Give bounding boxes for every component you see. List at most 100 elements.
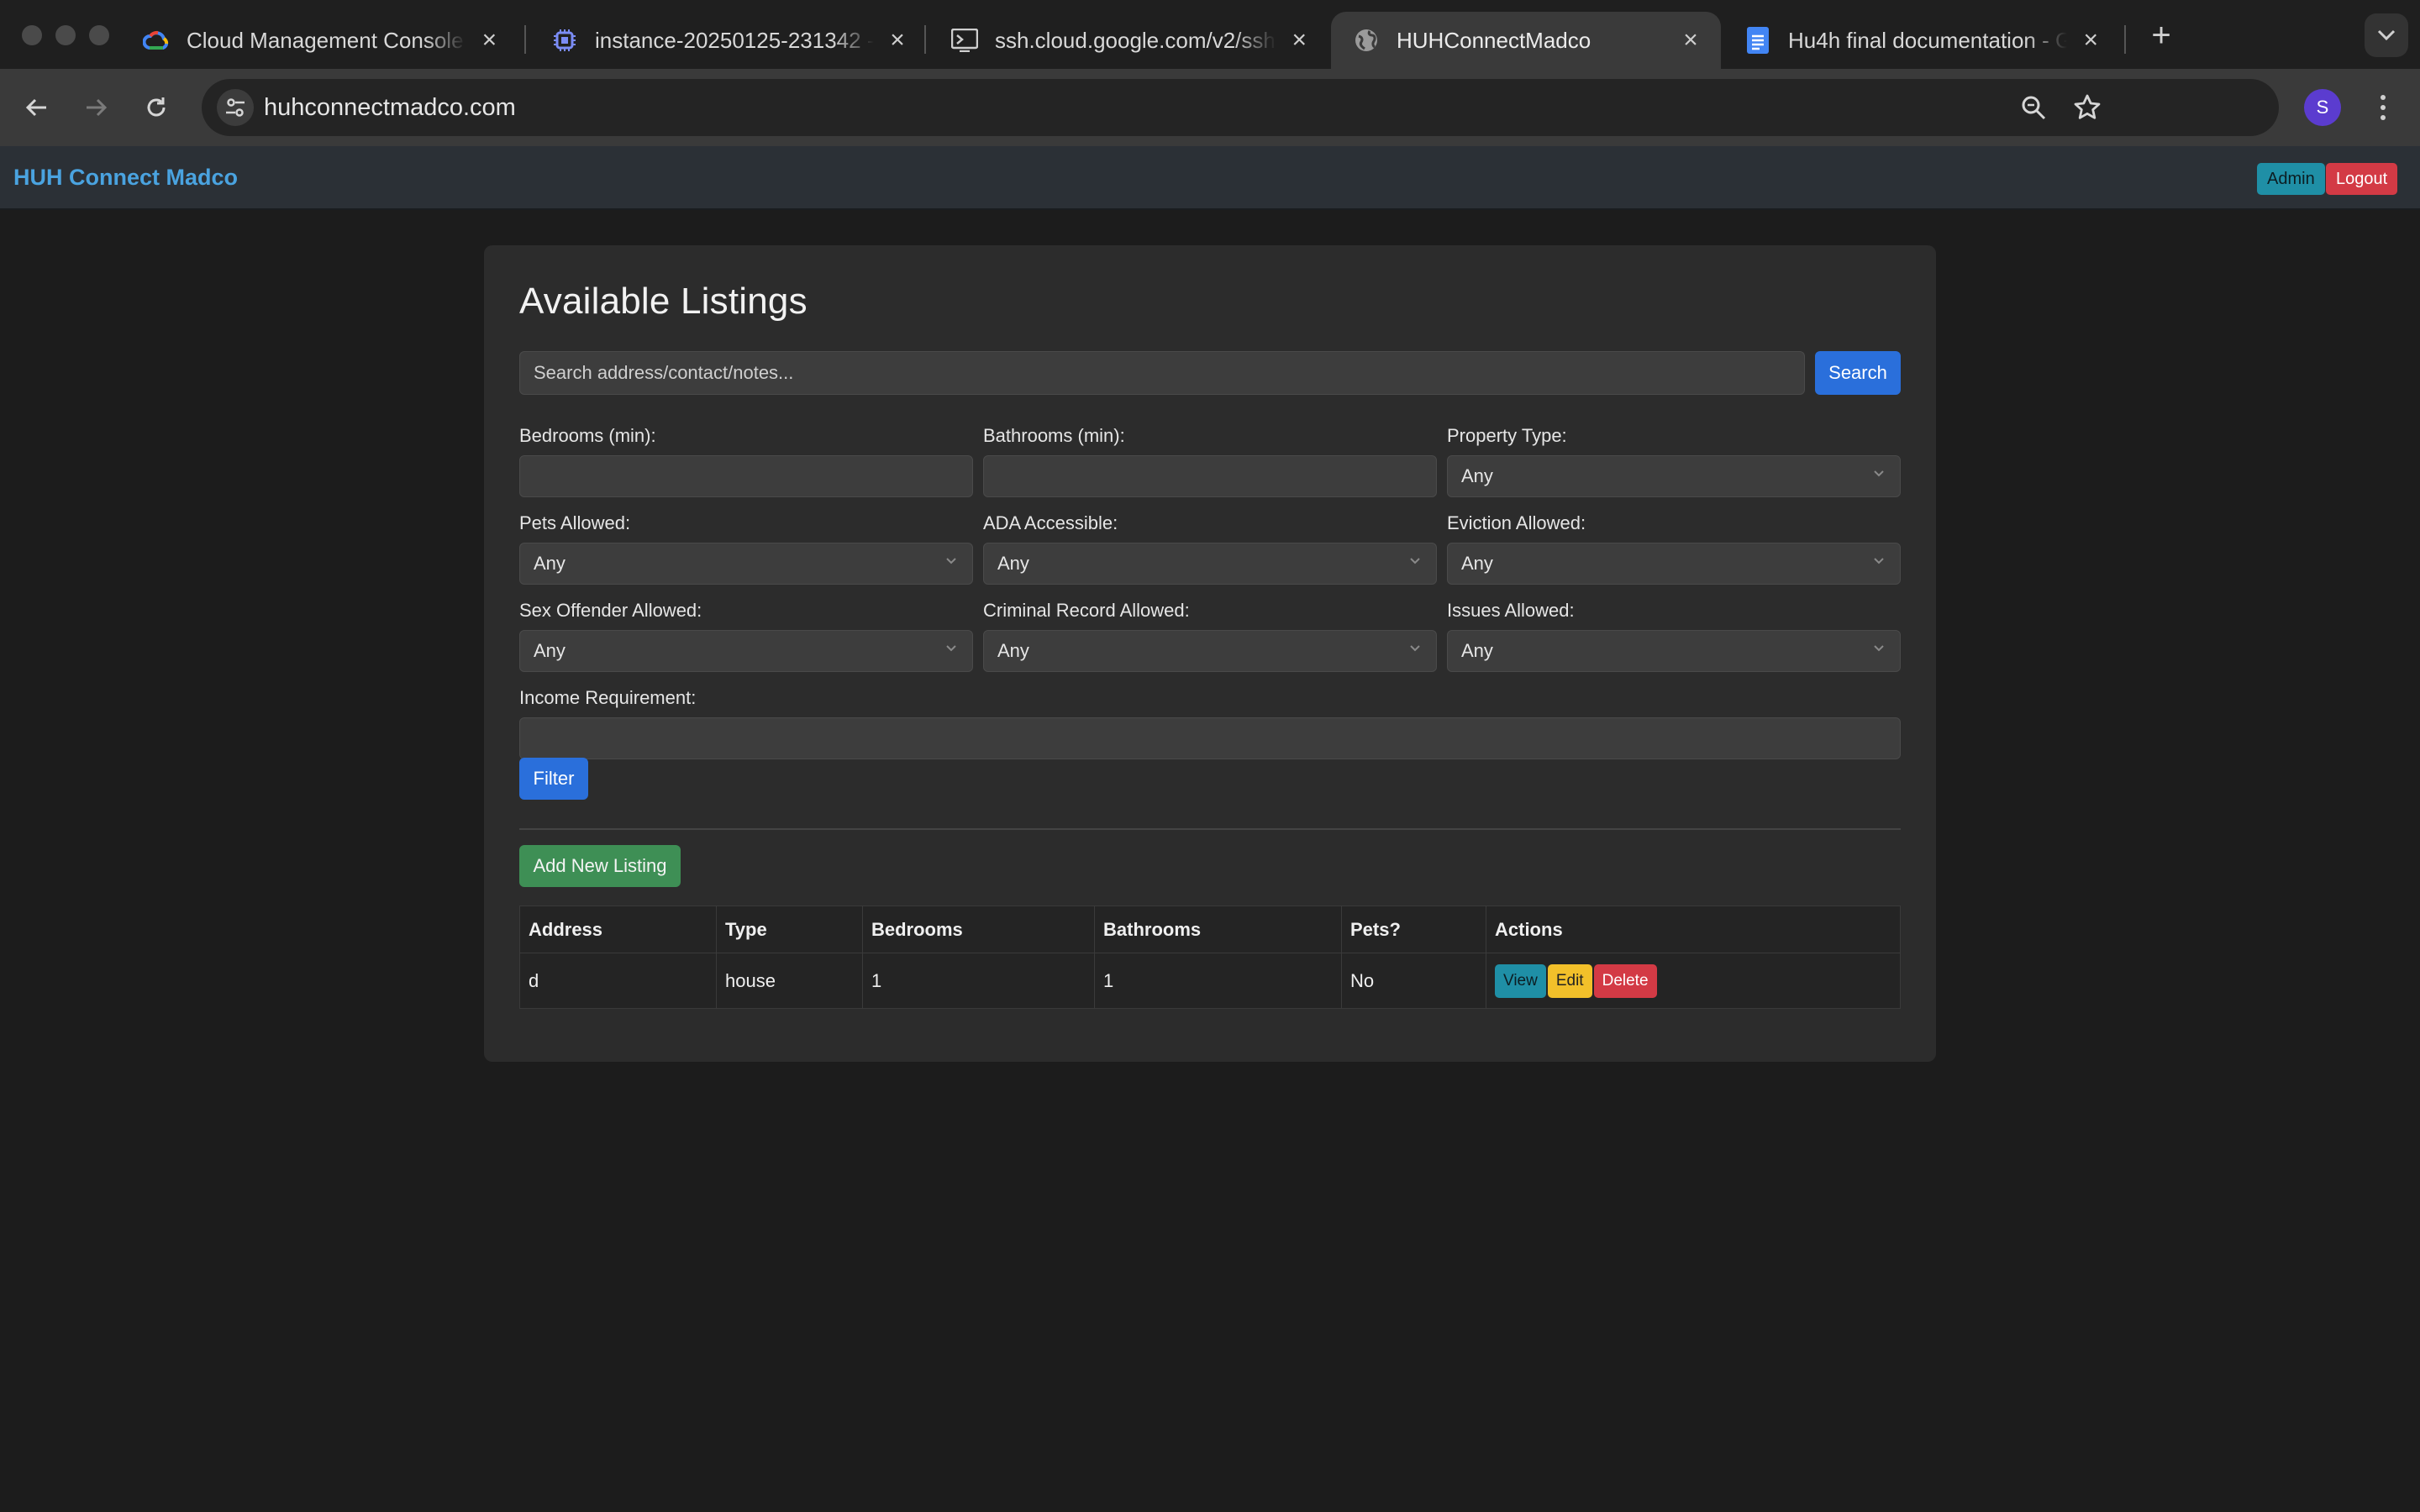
issues-select[interactable]: Any	[1447, 630, 1901, 672]
new-tab-plus-icon[interactable]: +	[2139, 17, 2183, 54]
browser-tab[interactable]: Cloud Management Console | ×	[121, 12, 519, 69]
window-minimize-dot[interactable]	[55, 25, 76, 45]
sex-offender-select[interactable]: Any	[519, 630, 973, 672]
chevron-down-icon	[1410, 645, 1420, 652]
bookmark-star-icon[interactable]	[2072, 92, 2102, 123]
delete-button[interactable]: Delete	[1593, 963, 1657, 998]
column-header-pets: Pets?	[1341, 906, 1486, 953]
column-header-bedrooms: Bedrooms	[862, 906, 1095, 953]
bedrooms-input[interactable]	[519, 455, 973, 497]
cell-actions: View Edit Delete	[1486, 953, 1901, 1009]
logout-button[interactable]: Logout	[2326, 163, 2398, 195]
chevron-down-icon	[1874, 558, 1884, 564]
browser-tab-strip: Cloud Management Console | × instance-20…	[0, 0, 2420, 69]
brand-link[interactable]: HUH Connect Madco	[13, 165, 238, 191]
search-input[interactable]	[519, 351, 1805, 395]
ada-filter: ADA Accessible: Any	[983, 512, 1437, 585]
sex-offender-value: Any	[534, 640, 566, 661]
issues-filter: Issues Allowed: Any	[1447, 600, 1901, 672]
cell-type: house	[716, 953, 863, 1009]
chevron-down-icon	[1874, 645, 1884, 652]
eviction-label: Eviction Allowed:	[1447, 512, 1586, 533]
tab-close-icon[interactable]: ×	[478, 26, 501, 55]
criminal-record-filter: Criminal Record Allowed: Any	[983, 600, 1437, 672]
tab-close-icon[interactable]: ×	[2079, 26, 2102, 55]
tab-close-icon[interactable]: ×	[1288, 26, 1311, 55]
bathrooms-label: Bathrooms (min):	[983, 425, 1125, 446]
issues-value: Any	[1461, 640, 1493, 661]
chevron-down-icon	[946, 558, 956, 564]
google-docs-icon	[1744, 27, 1771, 54]
sex-offender-filter: Sex Offender Allowed: Any	[519, 600, 973, 672]
listings-table: Address Type Bedrooms Bathrooms Pets? Ac…	[519, 906, 1901, 1009]
browser-tab[interactable]: Hu4h final documentation - G ×	[1723, 12, 2121, 69]
chevron-down-icon	[1410, 558, 1420, 564]
tab-close-icon[interactable]: ×	[886, 26, 909, 55]
window-zoom-dot[interactable]	[89, 25, 109, 45]
view-button[interactable]: View	[1495, 963, 1546, 998]
property-type-value: Any	[1461, 465, 1493, 486]
column-header-bathrooms: Bathrooms	[1094, 906, 1342, 953]
pets-filter: Pets Allowed: Any	[519, 512, 973, 585]
pets-select[interactable]: Any	[519, 543, 973, 585]
browser-tab[interactable]: instance-20250125-231342 - ×	[529, 12, 928, 69]
section-divider	[519, 828, 1901, 830]
page-title: Available Listings	[519, 281, 808, 322]
eviction-select[interactable]: Any	[1447, 543, 1901, 585]
add-listing-button[interactable]: Add New Listing	[519, 845, 681, 887]
compute-chip-icon	[551, 27, 578, 54]
ada-select[interactable]: Any	[983, 543, 1437, 585]
forward-arrow-icon[interactable]	[76, 87, 116, 128]
cell-bathrooms: 1	[1094, 953, 1342, 1009]
cell-bedrooms: 1	[862, 953, 1095, 1009]
income-filter: Income Requirement:	[519, 687, 1901, 759]
tab-title: HUHConnectMadco	[1397, 27, 1591, 53]
reload-icon[interactable]	[136, 87, 176, 128]
bathrooms-filter: Bathrooms (min):	[983, 425, 1437, 497]
column-header-actions: Actions	[1486, 906, 1901, 953]
issues-label: Issues Allowed:	[1447, 600, 1575, 621]
income-input[interactable]	[519, 717, 1901, 759]
admin-button[interactable]: Admin	[2257, 163, 2325, 195]
bedrooms-label: Bedrooms (min):	[519, 425, 656, 446]
table-row: d house 1 1 No View Edit Delete	[519, 953, 1901, 1009]
tab-title: instance-20250125-231342 -	[595, 27, 875, 53]
pets-value: Any	[534, 553, 566, 574]
bathrooms-input[interactable]	[983, 455, 1437, 497]
google-cloud-icon	[143, 27, 170, 54]
criminal-record-label: Criminal Record Allowed:	[983, 600, 1190, 621]
tab-title: Cloud Management Console |	[187, 27, 466, 53]
tab-separator	[924, 25, 926, 54]
chevron-down-icon	[1874, 470, 1884, 477]
edit-button[interactable]: Edit	[1547, 963, 1592, 998]
globe-icon	[1353, 27, 1380, 54]
eviction-filter: Eviction Allowed: Any	[1447, 512, 1901, 585]
back-arrow-icon[interactable]	[17, 87, 57, 128]
ada-label: ADA Accessible:	[983, 512, 1118, 533]
url-text[interactable]: huhconnectmadco.com	[264, 94, 516, 122]
column-header-address: Address	[519, 906, 717, 953]
browser-menu-icon[interactable]	[2371, 89, 2395, 126]
address-bar[interactable]: huhconnectmadco.com	[202, 79, 2279, 136]
tab-title: Hu4h final documentation - G	[1788, 27, 2068, 53]
property-type-select[interactable]: Any	[1447, 455, 1901, 497]
browser-tab-active[interactable]: HUHConnectMadco ×	[1331, 12, 1721, 69]
criminal-record-select[interactable]: Any	[983, 630, 1437, 672]
profile-avatar[interactable]: S	[2304, 89, 2341, 126]
browser-tab[interactable]: ssh.cloud.google.com/v2/ssh/ ×	[929, 12, 1329, 69]
pets-label: Pets Allowed:	[519, 512, 631, 533]
zoom-magnifier-icon[interactable]	[2018, 92, 2049, 123]
window-close-dot[interactable]	[22, 25, 42, 45]
filter-button[interactable]: Filter	[519, 758, 588, 800]
terminal-icon	[951, 27, 978, 54]
tab-separator	[524, 25, 526, 54]
site-info-tune-icon[interactable]	[217, 89, 254, 126]
listings-card: Available Listings Search Bedrooms (min)…	[484, 245, 1936, 1062]
search-button[interactable]: Search	[1815, 351, 1901, 395]
app-navbar: HUH Connect Madco Admin Logout	[0, 146, 2420, 210]
tab-search-chevron-icon[interactable]	[2365, 13, 2408, 57]
tab-close-icon[interactable]: ×	[1679, 26, 1702, 55]
chevron-down-icon	[946, 645, 956, 652]
property-type-label: Property Type:	[1447, 425, 1567, 446]
tab-title: ssh.cloud.google.com/v2/ssh/	[995, 27, 1276, 53]
